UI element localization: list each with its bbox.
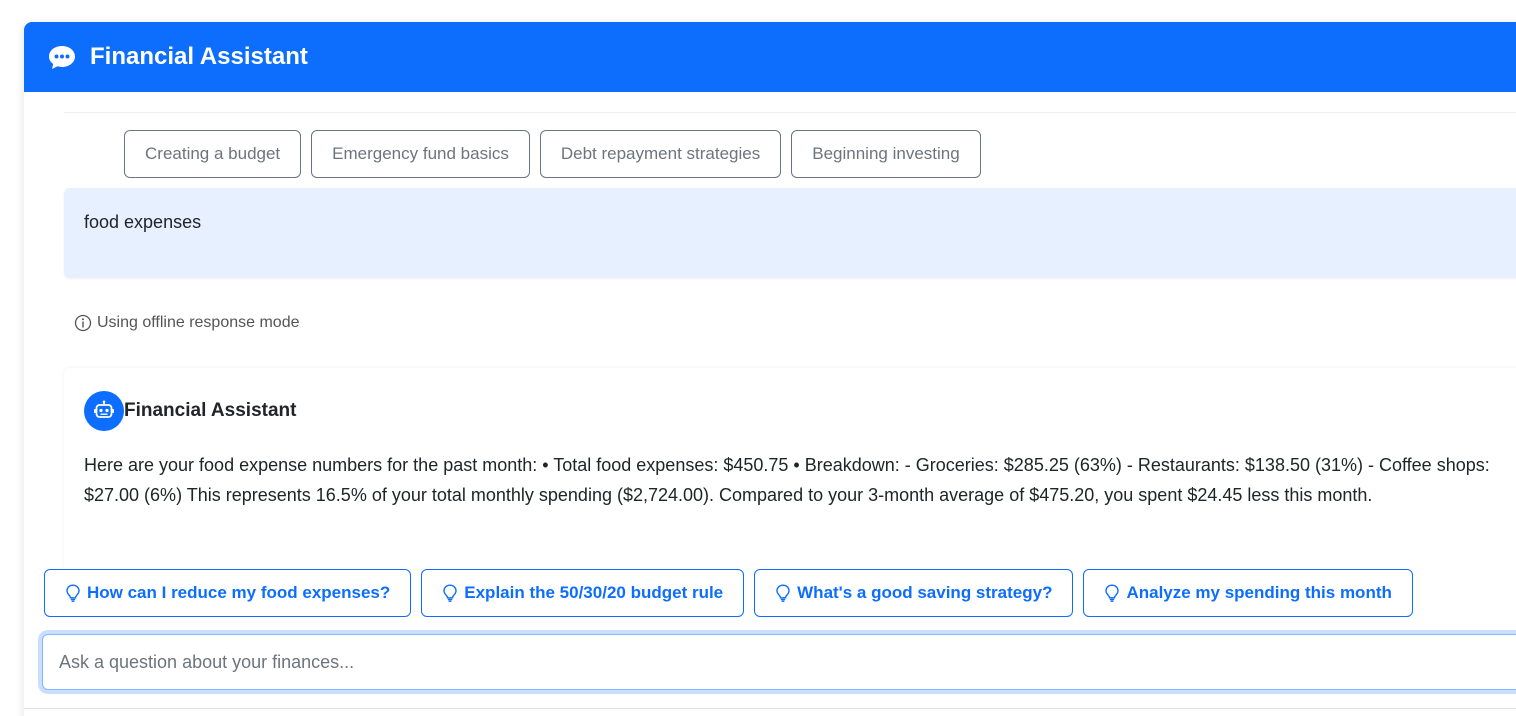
lightbulb-icon — [1104, 584, 1120, 602]
suggestion-label: Analyze my spending this month — [1126, 583, 1392, 602]
topic-button-debt-repayment[interactable]: Debt repayment strategies — [539, 130, 782, 178]
chat-header: Financial Assistant — [24, 22, 1516, 92]
topic-suggestions: Creating a budget Emergency fund basics … — [124, 130, 981, 178]
lightbulb-icon — [775, 584, 791, 602]
suggestion-button-analyze-spending[interactable]: Analyze my spending this month — [1083, 569, 1413, 617]
assistant-name: Financial Assistant — [124, 400, 297, 421]
assistant-message: Financial Assistant Here are your food e… — [64, 368, 1516, 570]
quick-suggestions: How can I reduce my food expenses? Expla… — [44, 569, 1413, 617]
suggestion-button-saving-strategy[interactable]: What's a good saving strategy? — [754, 569, 1074, 617]
topic-button-emergency-fund[interactable]: Emergency fund basics — [311, 130, 530, 178]
user-message: food expenses — [64, 188, 1516, 278]
topic-button-creating-budget[interactable]: Creating a budget — [124, 130, 302, 178]
suggestion-label: How can I reduce my food expenses? — [87, 583, 391, 602]
assistant-message-text: Here are your food expense numbers for t… — [84, 455, 1490, 505]
status-note: Using offline response mode — [74, 314, 300, 332]
divider — [24, 708, 1516, 709]
divider — [64, 112, 1516, 113]
suggestion-label: Explain the 50/30/20 budget rule — [464, 583, 724, 602]
assistant-message-header: Financial Assistant — [84, 386, 1504, 436]
lightbulb-icon — [65, 584, 81, 602]
chat-input[interactable] — [43, 635, 1516, 689]
topic-button-beginning-investing[interactable]: Beginning investing — [791, 130, 981, 178]
page-title: Financial Assistant — [90, 43, 308, 70]
suggestion-button-budget-rule[interactable]: Explain the 50/30/20 budget rule — [421, 569, 745, 617]
info-icon — [74, 314, 92, 332]
chat-input-container — [42, 634, 1516, 690]
lightbulb-icon — [442, 584, 458, 602]
chat-messages[interactable]: Creating a budget Emergency fund basics … — [24, 92, 1516, 570]
status-note-text: Using offline response mode — [97, 314, 300, 331]
suggestion-button-reduce-food[interactable]: How can I reduce my food expenses? — [44, 569, 412, 617]
user-message-text: food expenses — [84, 212, 202, 232]
chat-card: Financial Assistant Creating a budget Em… — [24, 22, 1516, 716]
chat-bubble-icon — [48, 43, 76, 71]
suggestion-label: What's a good saving strategy? — [797, 583, 1053, 602]
robot-icon — [84, 391, 124, 431]
